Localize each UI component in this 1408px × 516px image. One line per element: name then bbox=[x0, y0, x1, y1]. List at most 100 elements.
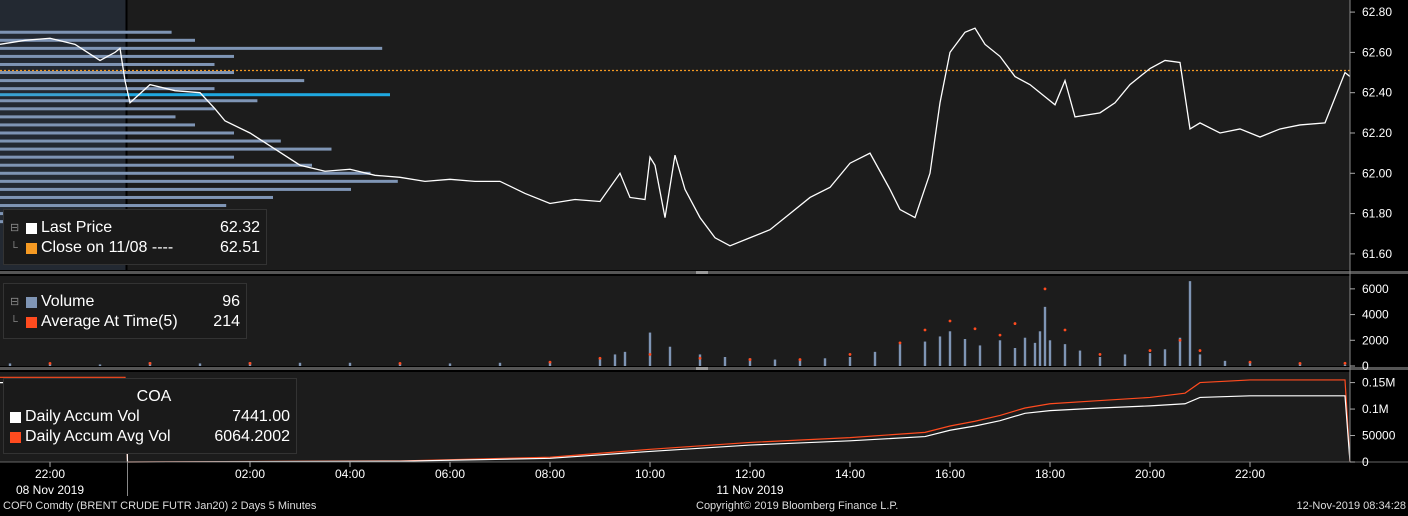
volume-bar bbox=[1223, 360, 1227, 366]
average-swatch-icon bbox=[26, 316, 37, 328]
price-legend: ⊟ Last Price 62.32 └ Close on 11/08 ----… bbox=[3, 209, 267, 265]
average-dot bbox=[748, 358, 752, 361]
y-tick-label: 0 bbox=[1362, 359, 1369, 373]
volume-bar bbox=[1013, 348, 1017, 366]
average-dot bbox=[1098, 353, 1102, 356]
x-tick-label: 06:00 bbox=[435, 467, 465, 481]
average-dot bbox=[1063, 328, 1067, 332]
average-dot bbox=[973, 327, 977, 331]
average-dot bbox=[1178, 338, 1182, 342]
legend-value: 96 bbox=[222, 293, 240, 310]
volume-bar bbox=[613, 354, 617, 366]
y-tick-label: 6000 bbox=[1362, 282, 1389, 296]
volume-bar bbox=[978, 345, 982, 366]
y-tick-label: 50000 bbox=[1362, 429, 1396, 443]
legend-label: Daily Accum Vol bbox=[25, 408, 140, 425]
legend-volume: ⊟ Volume 96 bbox=[10, 292, 240, 312]
x-tick-label: 08:00 bbox=[535, 467, 565, 481]
volume-bar bbox=[823, 358, 827, 366]
volume-bar bbox=[623, 351, 627, 366]
volume-bar bbox=[1033, 342, 1037, 366]
volume-bar bbox=[1078, 350, 1082, 366]
legend-value: 6064.2002 bbox=[214, 428, 290, 445]
x-date-label: 08 Nov 2019 bbox=[16, 483, 84, 497]
y-tick-label: 4000 bbox=[1362, 308, 1389, 322]
legend-label: Close on 11/08 ---- bbox=[41, 239, 174, 256]
volume-bar bbox=[1148, 353, 1152, 366]
panel-resize-handle bbox=[696, 271, 708, 274]
legend-last-price: ⊟ Last Price 62.32 bbox=[10, 218, 260, 238]
footer-timestamp: 12-Nov-2019 08:34:28 bbox=[1296, 500, 1406, 512]
average-dot bbox=[798, 358, 802, 361]
average-dot bbox=[1043, 287, 1047, 291]
volume-bar bbox=[498, 362, 502, 366]
x-tick-label: 10:00 bbox=[635, 467, 665, 481]
volume-bar bbox=[1188, 281, 1192, 366]
legend-label: Average At Time(5) bbox=[41, 313, 178, 330]
last-price-swatch-icon bbox=[26, 222, 37, 234]
y-tick-label: 62.20 bbox=[1362, 126, 1392, 140]
volume-bar bbox=[1038, 331, 1042, 366]
tree-connector-icon: ⊟ bbox=[10, 222, 20, 234]
y-tick-label: 61.80 bbox=[1362, 207, 1392, 221]
legend-value: 62.32 bbox=[219, 219, 260, 236]
y-tick-label: 0.15M bbox=[1362, 376, 1395, 390]
x-tick-label: 22:00 bbox=[1235, 467, 1265, 481]
legend-value: 7441.00 bbox=[232, 408, 290, 425]
y-tick-label: 62.60 bbox=[1362, 45, 1392, 59]
volume-bar bbox=[1043, 306, 1047, 366]
tree-connector-icon: └ bbox=[10, 316, 18, 328]
y-tick-label: 0 bbox=[1362, 455, 1369, 469]
coa-legend: COA Daily Accum Vol 7441.00 Daily Accum … bbox=[3, 378, 297, 454]
average-dot bbox=[948, 319, 952, 323]
legend-label: Daily Accum Avg Vol bbox=[25, 428, 171, 445]
y-tick-label: 62.00 bbox=[1362, 166, 1392, 180]
y-tick-label: 62.80 bbox=[1362, 5, 1392, 19]
panel-resize-handle bbox=[696, 367, 708, 370]
accum-vol-swatch-icon bbox=[10, 411, 21, 423]
legend-close: └ Close on 11/08 ---- 62.51 bbox=[10, 238, 260, 258]
volume-bar bbox=[348, 362, 352, 366]
volume-bar bbox=[448, 363, 452, 366]
coa-title: COA bbox=[136, 388, 172, 405]
x-tick-label: 04:00 bbox=[335, 467, 365, 481]
volume-bar bbox=[1178, 337, 1182, 366]
volume-bar bbox=[948, 331, 952, 366]
volume-bar bbox=[1063, 344, 1067, 366]
volume-bar bbox=[1163, 349, 1167, 366]
accum-avg-swatch-icon bbox=[10, 431, 21, 443]
volume-bar bbox=[873, 351, 877, 366]
average-dot bbox=[1248, 360, 1252, 364]
volume-bar bbox=[998, 340, 1002, 366]
volume-bar bbox=[773, 359, 777, 366]
volume-bar bbox=[1343, 364, 1347, 366]
average-dot bbox=[1013, 322, 1017, 325]
close-swatch-icon bbox=[26, 242, 37, 254]
volume-bar bbox=[698, 354, 702, 366]
x-tick-label: 16:00 bbox=[935, 467, 965, 481]
x-tick-label: 12:00 bbox=[735, 467, 765, 481]
tree-connector-icon: └ bbox=[10, 242, 18, 254]
volume-bar bbox=[1123, 354, 1127, 366]
volume-bar bbox=[923, 341, 927, 366]
average-dot bbox=[698, 356, 702, 360]
x-tick-label: 14:00 bbox=[835, 467, 865, 481]
volume-bar bbox=[298, 362, 302, 366]
volume-bar bbox=[963, 339, 967, 366]
volume-bar bbox=[198, 363, 202, 366]
legend-value: 62.51 bbox=[219, 239, 260, 256]
volume-bar bbox=[938, 336, 942, 366]
average-dot bbox=[848, 353, 852, 356]
x-tick-label: 18:00 bbox=[1035, 467, 1065, 481]
volume-bar bbox=[668, 346, 672, 366]
x-tick-label: 22:00 bbox=[35, 467, 65, 481]
x-tick-label: 20:00 bbox=[1135, 467, 1165, 481]
average-dot bbox=[1148, 349, 1152, 352]
y-tick-label: 0.1M bbox=[1362, 402, 1389, 416]
x-date-label: 11 Nov 2019 bbox=[716, 483, 783, 497]
legend-label: Last Price bbox=[41, 219, 113, 236]
x-tick-label: 02:00 bbox=[235, 467, 265, 481]
volume-bar bbox=[848, 357, 852, 366]
legend-average: └ Average At Time(5) 214 bbox=[10, 312, 240, 332]
volume-legend: ⊟ Volume 96 └ Average At Time(5) 214 bbox=[3, 283, 247, 339]
